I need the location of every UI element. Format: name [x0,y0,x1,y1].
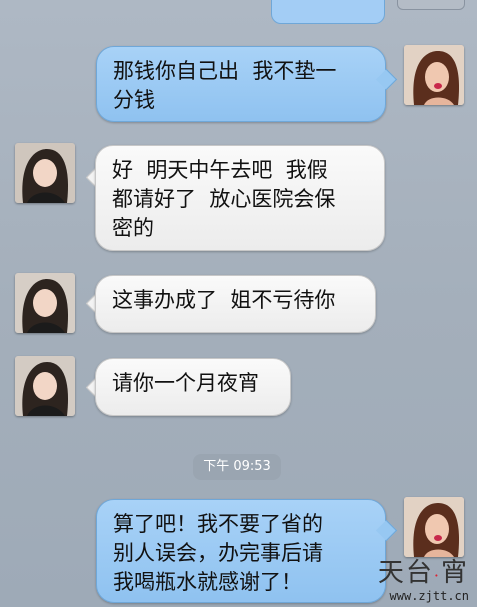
message-bubble-outgoing[interactable]: 算了吧！我不要了省的 别人误会，办完事后请 我喝瓶水就感谢了！ [96,499,386,603]
message-timestamp: 下午 09:53 [193,454,281,480]
site-watermark: 天台·宵 www.zjtt.cn [378,552,469,603]
message-bubble-incoming[interactable]: 请你一个月夜宵 [95,358,291,416]
partial-outgoing-bubble [271,0,385,24]
message-bubble-incoming[interactable]: 好 明天中午去吧 我假 都请好了 放心医院会保 密的 [95,145,385,251]
avatar-self[interactable] [404,45,464,105]
message-bubble-incoming[interactable]: 这事办成了 姐不亏待你 [95,275,376,333]
partial-avatar-top [397,0,465,10]
watermark-url: www.zjtt.cn [389,589,469,603]
message-bubble-outgoing[interactable]: 那钱你自己出 我不垫一 分钱 [96,46,386,122]
avatar-contact[interactable] [15,143,75,203]
avatar-contact[interactable] [15,356,75,416]
avatar-self[interactable] [404,497,464,557]
watermark-title: 天台·宵 [377,558,469,588]
avatar-contact[interactable] [15,273,75,333]
